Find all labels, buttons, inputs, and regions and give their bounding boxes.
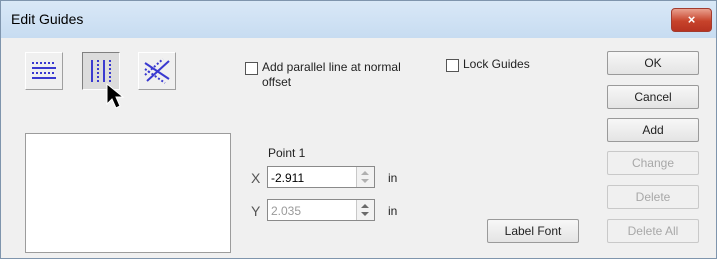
- x-unit: in: [388, 171, 398, 185]
- y-unit: in: [388, 204, 398, 218]
- close-button[interactable]: ×: [671, 8, 712, 32]
- x-spinbox[interactable]: -2.911: [267, 166, 375, 188]
- spin-up-icon[interactable]: [361, 171, 369, 175]
- dialog-body: Add parallel line at normal offset Lock …: [9, 38, 708, 253]
- mouse-pointer-icon: [106, 82, 125, 109]
- delete-button[interactable]: Delete: [607, 185, 699, 209]
- add-button[interactable]: Add: [607, 118, 699, 142]
- y-label: Y: [251, 203, 261, 219]
- y-spin-arrows[interactable]: [356, 200, 374, 220]
- angled-guides-button[interactable]: [138, 52, 176, 90]
- spin-up-icon[interactable]: [361, 204, 369, 208]
- cancel-button[interactable]: Cancel: [607, 85, 699, 109]
- dialog-title: Edit Guides: [11, 11, 84, 27]
- y-value: 2.035: [271, 204, 302, 218]
- parallel-line-label-line1: Add parallel line at normal: [262, 60, 401, 74]
- horizontal-guides-button[interactable]: [25, 52, 63, 90]
- title-bar[interactable]: Edit Guides ×: [1, 1, 716, 38]
- point-heading: Point 1: [268, 146, 306, 160]
- spin-down-icon[interactable]: [361, 179, 369, 183]
- guides-list[interactable]: [25, 133, 231, 253]
- y-spinbox[interactable]: 2.035: [267, 199, 375, 221]
- lock-guides-checkbox[interactable]: [446, 59, 459, 72]
- close-icon: ×: [687, 12, 696, 27]
- label-font-button[interactable]: Label Font: [487, 219, 579, 243]
- delete-all-button[interactable]: Delete All: [607, 219, 699, 243]
- spin-down-icon[interactable]: [361, 212, 369, 216]
- parallel-line-label-line2: offset: [262, 75, 292, 89]
- x-spin-arrows[interactable]: [356, 167, 374, 187]
- x-label: X: [251, 170, 261, 186]
- lock-guides-label: Lock Guides: [463, 57, 530, 71]
- edit-guides-dialog: Edit Guides × Add parallel line at norma…: [0, 0, 717, 259]
- parallel-line-checkbox[interactable]: [245, 62, 258, 75]
- angled-lines-icon: [144, 58, 170, 84]
- x-value: -2.911: [271, 171, 305, 185]
- ok-button[interactable]: OK: [607, 51, 699, 75]
- change-button[interactable]: Change: [607, 151, 699, 175]
- horizontal-lines-icon: [32, 62, 56, 79]
